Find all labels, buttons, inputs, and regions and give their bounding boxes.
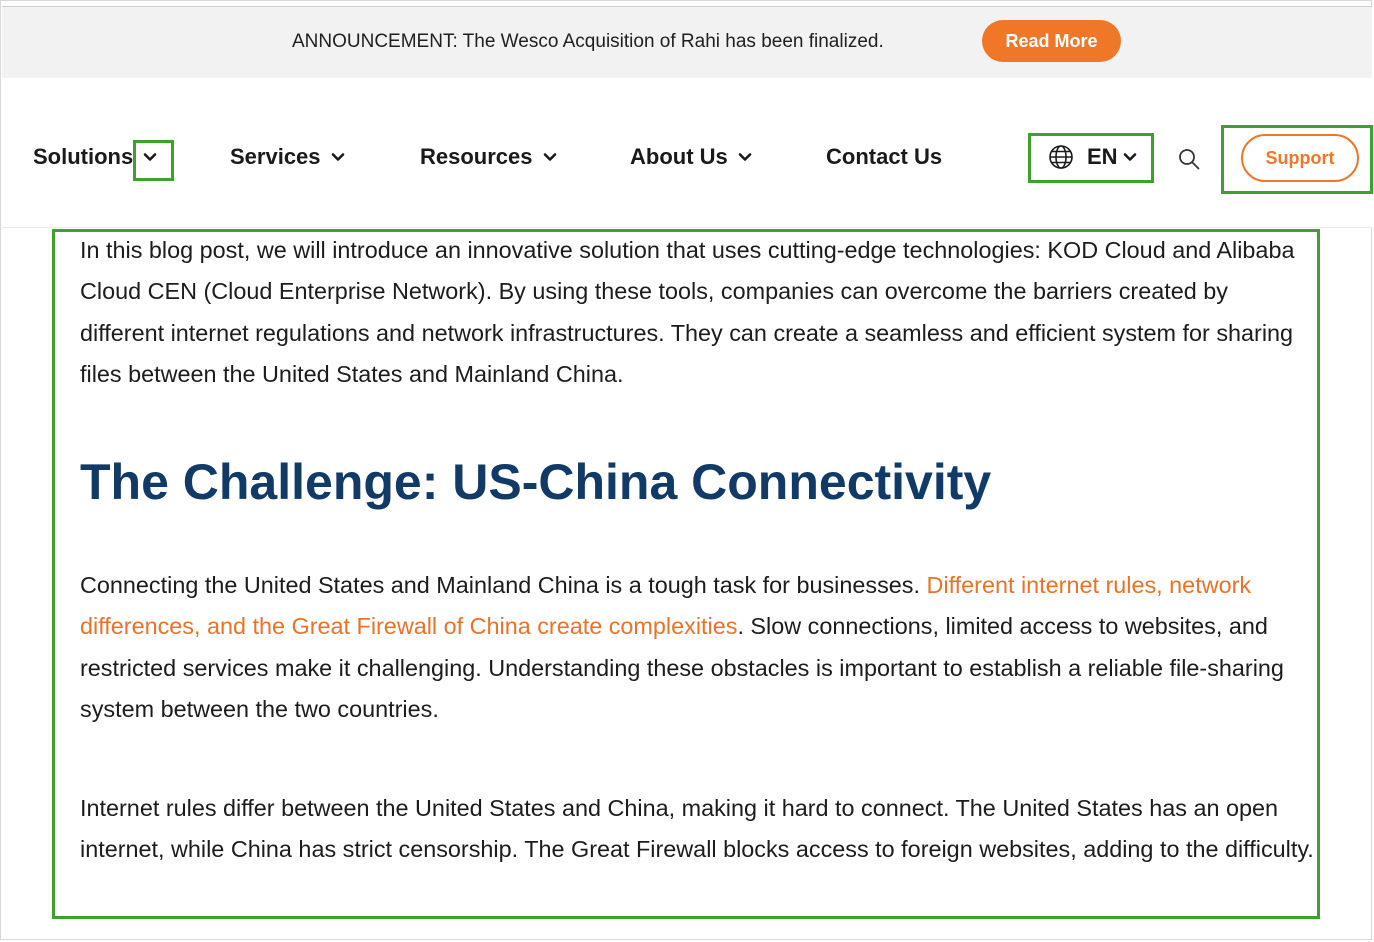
read-more-button[interactable]: Read More <box>982 20 1121 62</box>
announcement-text: ANNOUNCEMENT: The Wesco Acquisition of R… <box>292 31 884 52</box>
nav-item-label: Contact Us <box>826 144 943 169</box>
paragraph-text: Connecting the United States and Mainlan… <box>80 572 927 598</box>
nav-item-about-us[interactable]: About Us <box>630 144 753 170</box>
nav-item-label: Resources <box>420 144 533 169</box>
nav-item-label: Services <box>230 144 321 169</box>
nav-item-services[interactable]: Services <box>230 144 346 170</box>
chevron-down-icon <box>542 149 558 165</box>
chevron-down-icon <box>737 149 753 165</box>
nav-item-resources[interactable]: Resources <box>420 144 558 170</box>
nav-item-label: Solutions <box>33 144 134 169</box>
language-selector-highlight <box>1028 133 1154 183</box>
chevron-down-icon <box>330 149 346 165</box>
nav-item-contact-us[interactable]: Contact Us <box>826 144 942 170</box>
search-icon[interactable] <box>1177 147 1201 171</box>
nav-item-label: About Us <box>630 144 728 169</box>
intro-paragraph: In this blog post, we will introduce an … <box>80 237 1295 388</box>
announcement-bar: ANNOUNCEMENT: The Wesco Acquisition of R… <box>2 6 1372 78</box>
internet-rules-paragraph: Internet rules differ between the United… <box>80 795 1314 863</box>
main-navigation: Solutions Services Resources About Us Co… <box>2 78 1373 228</box>
solutions-dropdown-highlight <box>133 140 174 181</box>
support-button-highlight <box>1221 125 1373 194</box>
section-heading: The Challenge: US-China Connectivity <box>80 454 992 510</box>
challenge-paragraph: Connecting the United States and Mainlan… <box>80 565 1335 731</box>
